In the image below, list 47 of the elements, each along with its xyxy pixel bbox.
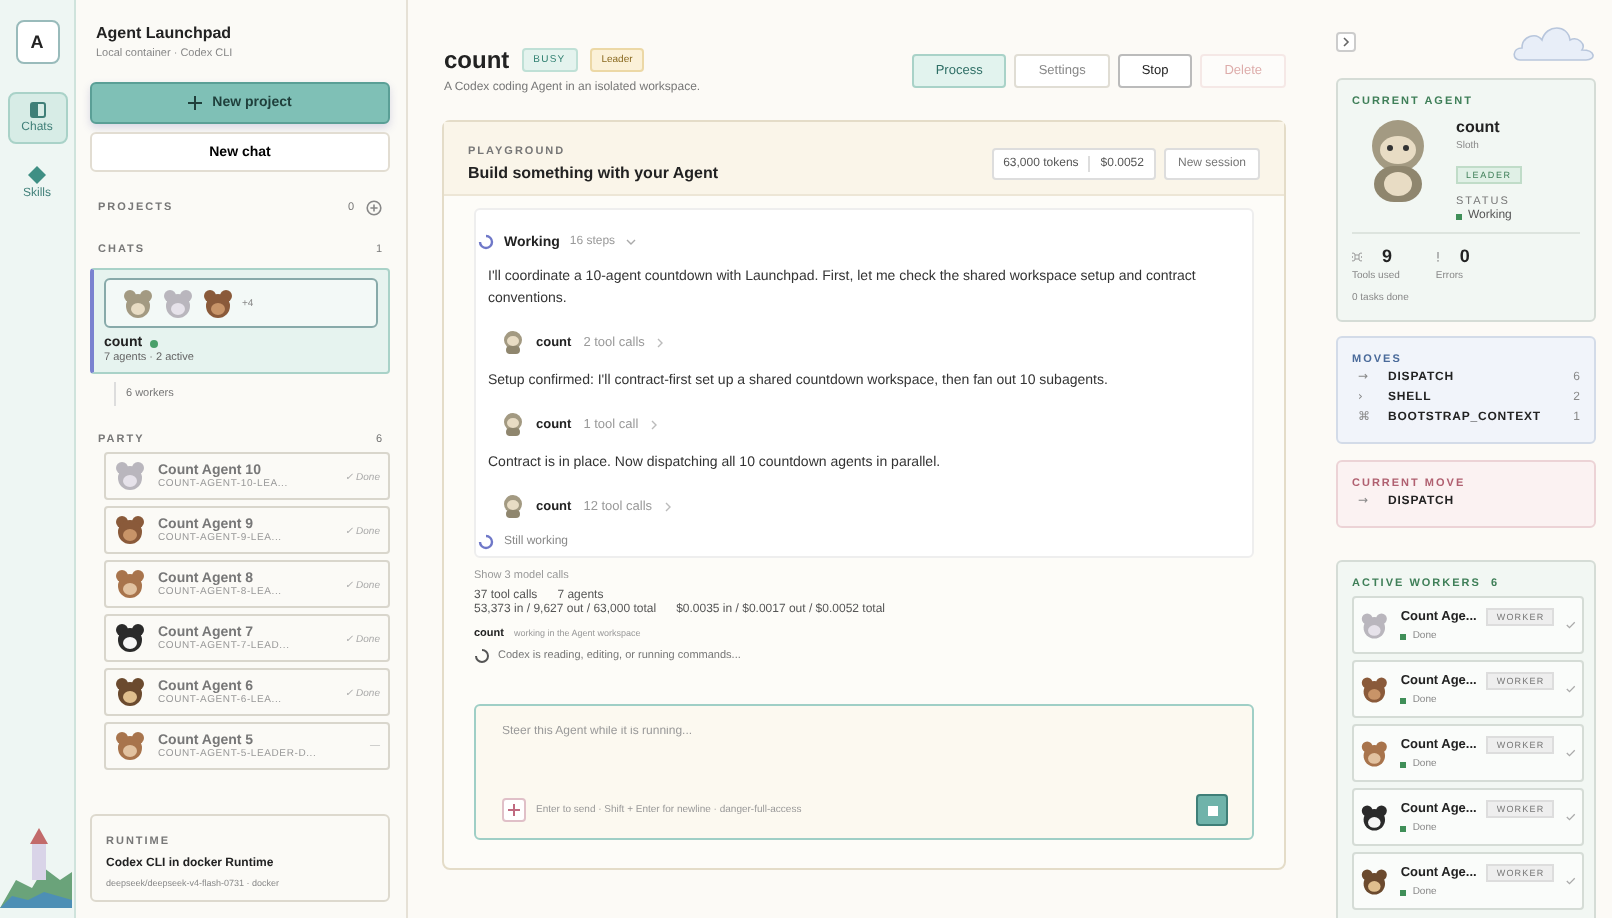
collapse-panel-button[interactable] [1336,32,1356,52]
chevron-right-icon[interactable] [656,337,665,347]
animal-icon [1360,671,1389,707]
chevron-right-icon [1342,36,1350,48]
check-icon [1566,620,1576,630]
animal-icon [1360,607,1389,643]
animal-icon [1360,735,1389,771]
animal-icon [202,287,234,319]
animal-icon [114,514,146,546]
stop-button[interactable] [1196,794,1228,826]
animal-icon [114,568,146,600]
chevron-right-icon[interactable] [650,419,659,429]
chevron-down-icon[interactable] [625,238,636,246]
chevron-right-icon[interactable] [664,501,673,511]
animal-icon [114,460,146,492]
animal-icon [122,287,154,319]
diamond-icon [28,166,46,184]
workspace-avatar[interactable]: A [15,20,59,64]
loading-icon [474,648,490,664]
agent-name: count [1456,118,1502,136]
spinner-icon [478,534,494,550]
add-attachment-button[interactable] [502,798,526,822]
app-title: Agent Launchpad [94,24,234,42]
panel-icon [29,102,45,118]
plus-icon [508,804,520,816]
spinner-icon [478,234,494,250]
animal-icon [1360,799,1389,835]
add-icon[interactable] [366,200,382,216]
animal-icon [114,622,146,654]
animal-icon [114,676,146,708]
check-icon [1566,748,1576,758]
error-count: 0 [1459,246,1470,266]
status-dot [150,339,159,347]
agent-title: count [444,46,510,74]
sloth-icon [502,330,524,354]
animal-icon [1360,863,1389,899]
check-icon [1566,876,1576,886]
check-icon [1566,684,1576,694]
check-icon [1566,812,1576,822]
plus-icon [188,96,203,110]
sloth-icon [502,412,524,436]
sloth-icon [502,494,524,518]
tools-used-count: 9 [1382,246,1393,266]
animal-icon [162,287,194,319]
alert-icon [1435,251,1440,261]
playground-title: Build something with your Agent [468,164,719,182]
animal-icon [114,730,146,762]
